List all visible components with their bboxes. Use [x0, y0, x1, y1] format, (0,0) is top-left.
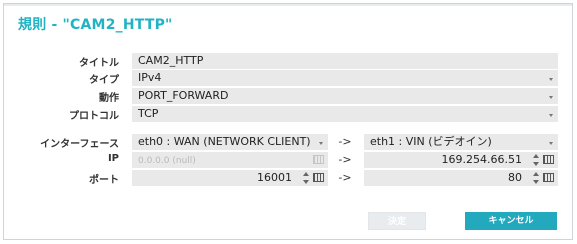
chevron-down-icon [549, 96, 553, 99]
dialog-top-border [4, 4, 572, 6]
protocol-label: プロトコル [69, 111, 119, 122]
title-label: タイトル [79, 58, 119, 69]
type-label: タイプ [89, 75, 119, 86]
protocol-select[interactable]: TCP [132, 106, 558, 122]
port-arrow: -> [338, 171, 352, 184]
interface-label: インターフェース [40, 139, 119, 150]
dst-port-input[interactable]: 80 [364, 170, 558, 186]
dialog-title: 規則 - "CAM2_HTTP" [18, 17, 173, 33]
src-interface-value: eth0 : WAN (NETWORK CLIENT) [138, 135, 311, 148]
ip-label: IP [107, 153, 119, 164]
src-ip-input: 0.0.0.0 (null) [132, 152, 328, 168]
keyboard-icon[interactable] [543, 173, 554, 182]
port-label: ポート [89, 175, 119, 186]
chevron-down-icon [549, 78, 553, 81]
interface-arrow: -> [338, 135, 352, 148]
ok-button[interactable]: 決定 [368, 212, 426, 230]
dst-interface-select[interactable]: eth1 : VIN (ビデオイン) [364, 134, 558, 150]
src-interface-select[interactable]: eth0 : WAN (NETWORK CLIENT) [132, 134, 328, 150]
dst-port-value: 80 [508, 171, 522, 184]
cancel-button[interactable]: キャンセル [465, 212, 557, 230]
src-port-value: 16001 [257, 171, 292, 184]
ip-arrow: -> [338, 153, 352, 166]
chevron-down-icon [319, 142, 323, 145]
action-value: PORT_FORWARD [138, 89, 229, 102]
keyboard-icon[interactable] [313, 173, 324, 182]
spinner-icon[interactable] [533, 172, 539, 184]
rule-dialog: 規則 - "CAM2_HTTP" タイトル CAM2_HTTP タイプ IPv4… [3, 3, 573, 240]
spinner-icon[interactable] [533, 154, 539, 166]
action-select[interactable]: PORT_FORWARD [132, 88, 558, 104]
dst-ip-value: 169.254.66.51 [441, 153, 522, 166]
type-value: IPv4 [138, 71, 162, 84]
src-ip-value: 0.0.0.0 (null) [138, 156, 196, 166]
type-select[interactable]: IPv4 [132, 70, 558, 86]
spinner-icon[interactable] [303, 172, 309, 184]
title-value: CAM2_HTTP [138, 54, 204, 67]
chevron-down-icon [549, 142, 553, 145]
chevron-down-icon [549, 114, 553, 117]
action-label: 動作 [99, 93, 119, 104]
keyboard-icon[interactable] [543, 155, 554, 164]
title-input[interactable]: CAM2_HTTP [132, 53, 558, 69]
src-port-input[interactable]: 16001 [132, 170, 328, 186]
dst-interface-value: eth1 : VIN (ビデオイン) [370, 135, 492, 148]
dst-ip-input[interactable]: 169.254.66.51 [364, 152, 558, 168]
protocol-value: TCP [138, 107, 159, 120]
keyboard-icon [313, 155, 324, 164]
